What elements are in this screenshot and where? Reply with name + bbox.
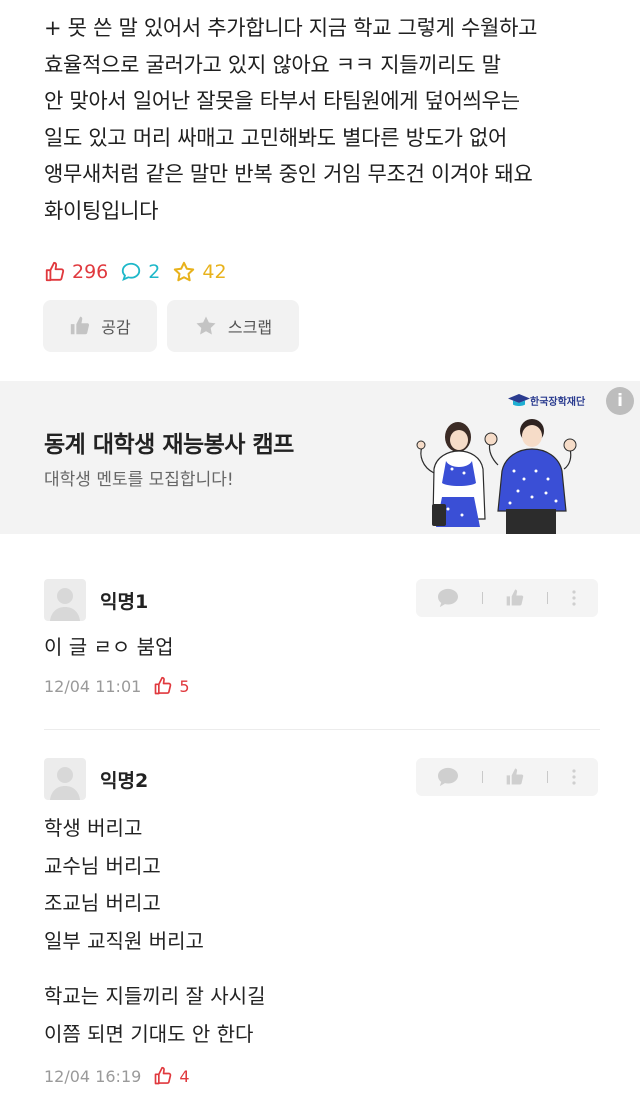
comment-line: 일부 교직원 버리고 — [44, 928, 204, 953]
info-icon[interactable]: i — [606, 387, 634, 415]
comment-time: 12/04 11:01 — [44, 676, 142, 696]
post-actions: 공감 스크랩 — [43, 300, 299, 352]
scrap-button-label: 스크랩 — [227, 318, 273, 337]
comment-text: 이 글 ㄹㅇ 붐업 — [44, 629, 173, 667]
comment-like-value: 4 — [179, 1066, 190, 1086]
like-button-label: 공감 — [101, 318, 131, 337]
comment-line: 이 글 ㄹㅇ 붐업 — [44, 635, 174, 659]
ad-subtitle: 대학생 멘토를 모집합니다! — [44, 470, 234, 490]
more-vert-icon[interactable] — [571, 589, 577, 607]
thumbs-up-icon — [45, 261, 65, 282]
ad-logo: 한국장학재단 — [508, 393, 585, 408]
comment-tools — [416, 758, 598, 796]
comment-time: 12/04 16:19 — [44, 1066, 142, 1086]
anonymous-avatar-icon — [50, 588, 80, 621]
comment-author: 익명2 — [100, 770, 149, 792]
speech-bubble-icon — [122, 262, 141, 281]
star-icon — [196, 316, 216, 335]
ad-logo-text: 한국장학재단 — [530, 397, 586, 408]
comment-count-value: 2 — [148, 261, 161, 283]
thumbs-up-icon[interactable] — [505, 767, 525, 787]
thumbs-up-icon — [154, 676, 172, 695]
comment-author: 익명1 — [100, 591, 149, 613]
comment-text: 학생 버리고 교수님 버리고 조교님 버리고 일부 교직원 버리고 학교는 지들… — [44, 810, 265, 1053]
post-line: 안 맞아서 일어난 잘못을 타부서 타팀원에게 덮어씌우는 — [44, 89, 520, 113]
post-line: 효율적으로 굴러가고 있지 않아요 ㅋㅋ 지들끼리도 말 — [44, 52, 501, 77]
tool-divider — [547, 592, 549, 604]
scrap-count: 42 — [172, 260, 227, 284]
comment-line: 교수님 버리고 — [44, 853, 161, 878]
comment-line — [44, 960, 265, 978]
ad-banner[interactable]: 동계 대학생 재능봉사 캠프 대학생 멘토를 모집합니다! 한국장학재단 i — [0, 381, 640, 534]
avatar — [44, 579, 86, 621]
like-button[interactable]: 공감 — [43, 300, 157, 352]
comment-line: 학생 버리고 — [44, 816, 143, 840]
students-illustration — [416, 419, 577, 534]
post-stats: 296 2 42 — [44, 257, 239, 287]
avatar — [44, 758, 86, 800]
comment-tools — [416, 579, 598, 617]
post-line: 화이팅입니다 — [44, 198, 159, 223]
ad-title: 동계 대학생 재능봉사 캠프 — [44, 432, 294, 458]
scrap-count-value: 42 — [202, 261, 227, 283]
thumbs-up-icon — [154, 1066, 172, 1085]
graduation-cap-icon — [508, 393, 530, 406]
thumbs-up-icon[interactable] — [505, 588, 525, 608]
reply-icon[interactable] — [437, 767, 459, 787]
comment-meta: 12/04 16:19 4 — [44, 1066, 190, 1086]
tool-divider — [481, 592, 483, 604]
post-line: 앵무새처럼 같은 말만 반복 중인 거임 무조건 이겨야 돼요 — [44, 162, 533, 186]
post-body: + 못 쓴 말 있어서 추가합니다 지금 학교 그렇게 수월하고 효율적으로 굴… — [44, 10, 614, 229]
comment-item: 익명2 학생 버리고 교수님 버리고 조교님 버리고 일부 교직원 버리고 학교… — [44, 758, 600, 1098]
star-icon — [174, 261, 195, 282]
comment-like-count: 5 — [153, 676, 190, 696]
tool-divider — [547, 771, 549, 783]
comment-line: 학교는 지들끼리 잘 사시길 — [44, 984, 266, 1008]
comment-item: 익명1 이 글 ㄹㅇ 붐업 12/04 11:01 5 — [44, 579, 600, 699]
comment-like-count: 4 — [153, 1066, 190, 1086]
comment-meta: 12/04 11:01 5 — [44, 676, 190, 696]
post-line: + 못 쓴 말 있어서 추가합니다 지금 학교 그렇게 수월하고 — [44, 16, 538, 40]
comment-line: 이쯤 되면 기대도 안 한다 — [44, 1021, 254, 1046]
post-line: 일도 있고 머리 싸매고 고민해봐도 별다른 방도가 없어 — [44, 125, 508, 150]
tool-divider — [481, 771, 483, 783]
like-count: 296 — [44, 261, 108, 283]
comment-like-value: 5 — [179, 676, 190, 696]
thumbs-up-icon — [71, 316, 90, 335]
reply-icon[interactable] — [437, 588, 459, 608]
comment-count: 2 — [120, 261, 160, 283]
like-count-value: 296 — [72, 261, 109, 283]
comment-divider — [44, 729, 600, 730]
more-vert-icon[interactable] — [571, 768, 577, 786]
comment-line: 조교님 버리고 — [44, 891, 161, 915]
anonymous-avatar-icon — [50, 767, 80, 800]
scrap-button[interactable]: 스크랩 — [167, 300, 299, 352]
